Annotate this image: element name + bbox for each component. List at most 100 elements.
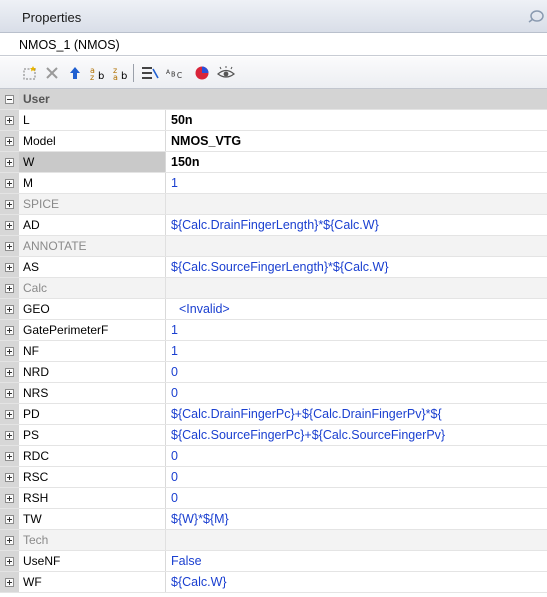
expand-icon[interactable] — [5, 263, 14, 272]
property-value[interactable]: 1 — [167, 173, 547, 193]
row-gutter — [0, 446, 19, 466]
property-name: RDC — [19, 446, 166, 466]
expand-icon[interactable] — [5, 578, 14, 587]
property-name: WF — [19, 572, 166, 592]
property-value[interactable]: ${Calc.DrainFingerPc}+${Calc.DrainFinger… — [167, 404, 547, 424]
property-value[interactable]: <Invalid> — [167, 299, 547, 319]
property-value[interactable]: False — [167, 551, 547, 571]
expand-icon[interactable] — [5, 305, 14, 314]
categorize-icon[interactable] — [140, 63, 160, 83]
property-row[interactable]: NRD 0 — [0, 362, 547, 383]
expand-icon[interactable] — [5, 158, 14, 167]
row-gutter — [0, 530, 19, 550]
properties-panel: Properties NMOS_1 (NMOS) a z b z a b A B… — [0, 0, 547, 597]
component-selector[interactable]: NMOS_1 (NMOS) — [0, 34, 547, 56]
color-icon[interactable] — [192, 63, 212, 83]
expand-icon[interactable] — [5, 137, 14, 146]
expand-icon[interactable] — [5, 368, 14, 377]
property-name: PD — [19, 404, 166, 424]
property-row[interactable]: Model NMOS_VTG — [0, 131, 547, 152]
svg-text:C: C — [177, 71, 182, 80]
property-row[interactable]: RDC 0 — [0, 446, 547, 467]
property-row[interactable]: NF 1 — [0, 341, 547, 362]
properties-toolbar: a z b z a b A B C — [0, 57, 547, 89]
property-value[interactable]: ${Calc.W} — [167, 572, 547, 592]
expand-icon[interactable] — [5, 473, 14, 482]
expand-icon[interactable] — [5, 389, 14, 398]
component-name: NMOS_1 (NMOS) — [19, 38, 120, 52]
expand-icon[interactable] — [5, 116, 14, 125]
property-row[interactable]: RSC 0 — [0, 467, 547, 488]
expand-icon[interactable] — [5, 179, 14, 188]
collapse-icon[interactable] — [5, 95, 14, 104]
property-value[interactable]: 0 — [167, 488, 547, 508]
row-gutter — [0, 425, 19, 445]
property-row[interactable]: PS ${Calc.SourceFingerPc}+${Calc.SourceFi… — [0, 425, 547, 446]
row-gutter — [0, 467, 19, 487]
property-row[interactable]: M1 — [0, 173, 547, 194]
property-value[interactable]: 0 — [167, 383, 547, 403]
category-row[interactable]: Calc — [0, 278, 547, 299]
sort-descending-icon[interactable]: z a b — [111, 63, 131, 83]
expand-icon[interactable] — [5, 347, 14, 356]
delete-icon[interactable] — [42, 63, 62, 83]
pin-icon[interactable] — [527, 8, 545, 24]
expand-icon[interactable] — [5, 557, 14, 566]
property-name: Model — [19, 131, 166, 151]
property-row[interactable]: W 150n — [0, 152, 547, 173]
property-row[interactable]: RSH 0 — [0, 488, 547, 509]
visibility-icon[interactable] — [216, 63, 236, 83]
property-row[interactable]: GEO <Invalid> — [0, 299, 547, 320]
property-value[interactable]: ${Calc.SourceFingerPc}+${Calc.SourceFing… — [167, 425, 547, 445]
property-value[interactable] — [167, 194, 547, 214]
row-gutter — [0, 551, 19, 571]
expand-icon[interactable] — [5, 284, 14, 293]
property-value[interactable] — [167, 530, 547, 550]
property-value[interactable]: 1 — [167, 320, 547, 340]
move-up-icon[interactable] — [65, 63, 85, 83]
expand-icon[interactable] — [5, 221, 14, 230]
property-row[interactable]: PD ${Calc.DrainFingerPc}+${Calc.DrainFing… — [0, 404, 547, 425]
property-value[interactable]: 150n — [167, 152, 547, 172]
row-gutter — [0, 362, 19, 382]
property-row[interactable]: NRS 0 — [0, 383, 547, 404]
expand-icon[interactable] — [5, 326, 14, 335]
expand-icon[interactable] — [5, 494, 14, 503]
property-value[interactable]: ${Calc.SourceFingerLength}*${Calc.W} — [167, 257, 547, 277]
expand-icon[interactable] — [5, 410, 14, 419]
expand-icon[interactable] — [5, 200, 14, 209]
property-value[interactable]: NMOS_VTG — [167, 131, 547, 151]
property-value[interactable]: 0 — [167, 467, 547, 487]
category-row[interactable]: SPICE — [0, 194, 547, 215]
expand-icon[interactable] — [5, 242, 14, 251]
property-value[interactable]: 1 — [167, 341, 547, 361]
new-property-icon[interactable] — [20, 63, 40, 83]
property-value[interactable]: ${Calc.DrainFingerLength}*${Calc.W} — [167, 215, 547, 235]
category-row[interactable]: ANNOTATE — [0, 236, 547, 257]
property-name: RSC — [19, 467, 166, 487]
property-value[interactable]: ${W}*${M} — [167, 509, 547, 529]
rename-icon[interactable]: A B C — [166, 63, 186, 83]
row-gutter — [0, 299, 19, 319]
property-row[interactable]: AS ${Calc.SourceFingerLength}*${Calc.W} — [0, 257, 547, 278]
expand-icon[interactable] — [5, 452, 14, 461]
property-value[interactable] — [167, 278, 547, 298]
category-header-row[interactable]: User — [0, 89, 547, 110]
property-value[interactable] — [167, 236, 547, 256]
property-row[interactable]: AD ${Calc.DrainFingerLength}*${Calc.W} — [0, 215, 547, 236]
property-row[interactable]: UseNF False — [0, 551, 547, 572]
expand-icon[interactable] — [5, 536, 14, 545]
svg-text:b: b — [98, 71, 104, 81]
property-row[interactable]: L 50n — [0, 110, 547, 131]
property-value[interactable]: 0 — [167, 446, 547, 466]
expand-icon[interactable] — [5, 431, 14, 440]
sort-ascending-icon[interactable]: a z b — [88, 63, 108, 83]
property-row[interactable]: TW ${W}*${M} — [0, 509, 547, 530]
property-row[interactable]: WF ${Calc.W} — [0, 572, 547, 593]
property-value[interactable]: 50n — [167, 110, 547, 130]
expand-icon[interactable] — [5, 515, 14, 524]
property-row[interactable]: GatePerimeterF 1 — [0, 320, 547, 341]
property-value[interactable]: 0 — [167, 362, 547, 382]
row-gutter — [0, 89, 19, 109]
category-row[interactable]: Tech — [0, 530, 547, 551]
